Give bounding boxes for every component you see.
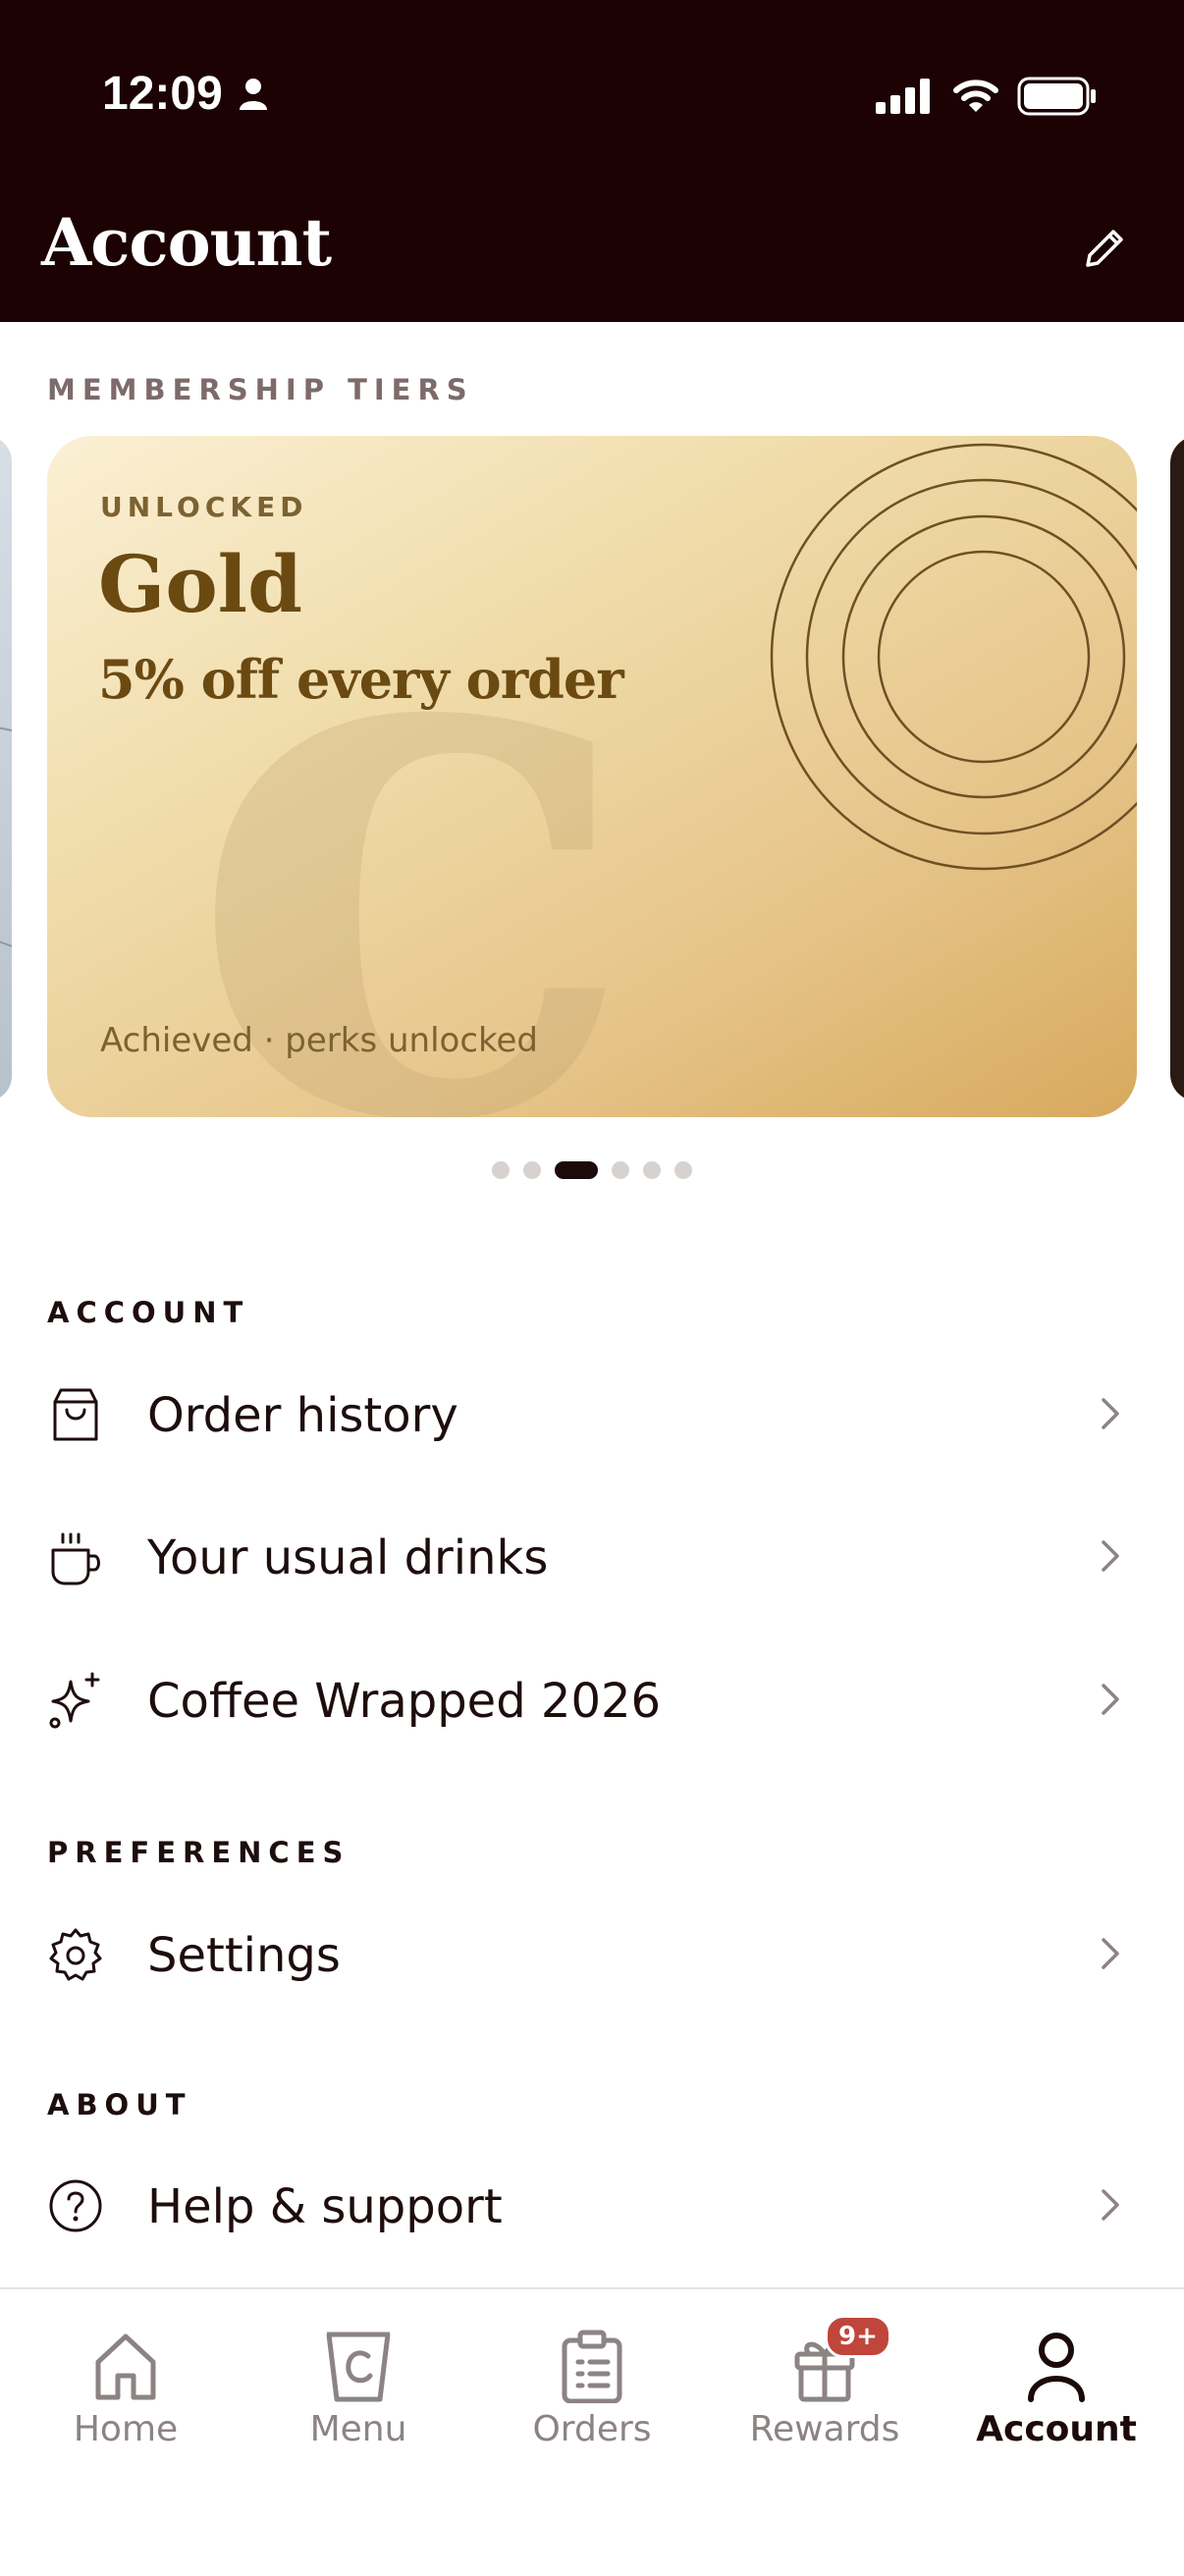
membership-tiers-label: MEMBERSHIP TIERS <box>47 373 474 406</box>
chevron-right-icon <box>1102 1540 1119 1572</box>
about-section-label: ABOUT <box>47 2088 192 2121</box>
tab-orders[interactable]: Orders <box>474 2289 710 2486</box>
sparkle-icon <box>49 1672 100 1729</box>
pager-dot[interactable] <box>612 1161 629 1179</box>
settings-row[interactable]: Settings <box>0 1905 1184 2003</box>
coffee-wrapped-label: Coffee Wrapped 2026 <box>147 1674 662 1729</box>
preferences-section-label: PREFERENCES <box>47 1836 350 1869</box>
pager-dot[interactable] <box>643 1161 661 1179</box>
help-circle-icon <box>49 2179 102 2232</box>
rewards-badge: 9+ <box>825 2315 891 2358</box>
usual-drinks-label: Your usual drinks <box>147 1530 549 1585</box>
concentric-rings-decoration <box>770 443 1137 871</box>
settings-label: Settings <box>147 1928 341 1983</box>
tier-footer: Achieved · perks unlocked <box>100 1021 539 1060</box>
tab-rewards-label: Rewards <box>749 2409 900 2449</box>
tier-status: UNLOCKED <box>100 491 308 523</box>
order-history-label: Order history <box>147 1388 458 1443</box>
shopping-bag-icon <box>53 1388 98 1441</box>
next-tier-card[interactable] <box>1170 436 1184 1101</box>
status-time: 12:09 <box>102 68 223 120</box>
tab-menu-label: Menu <box>309 2409 407 2449</box>
gear-icon <box>49 1928 102 1981</box>
clipboard-icon <box>562 2330 622 2403</box>
coffee-wrapped-row[interactable]: Coffee Wrapped 2026 <box>0 1650 1184 1748</box>
chevron-right-icon <box>1102 1938 1119 1969</box>
home-icon <box>95 2334 156 2400</box>
carousel-pager[interactable] <box>0 1158 1184 1182</box>
chevron-right-icon <box>1102 2189 1119 2221</box>
pager-dot[interactable] <box>523 1161 541 1179</box>
gold-tier-card[interactable]: c UNLOCKED Gold 5% off every order Achie… <box>47 436 1137 1117</box>
person-status-icon <box>240 79 267 110</box>
tier-name: Gold <box>98 538 303 630</box>
pager-dot[interactable] <box>674 1161 692 1179</box>
help-support-label: Help & support <box>147 2179 503 2234</box>
coffee-cup-icon <box>51 1532 100 1585</box>
page-title: Account <box>41 204 332 281</box>
usual-drinks-row[interactable]: Your usual drinks <box>0 1507 1184 1605</box>
wifi-icon <box>953 80 998 112</box>
account-section-label: ACCOUNT <box>47 1296 250 1329</box>
tab-account[interactable]: Account <box>939 2289 1174 2486</box>
tab-menu[interactable]: Menu <box>241 2289 476 2486</box>
order-history-row[interactable]: Order history <box>0 1365 1184 1463</box>
tab-rewards[interactable]: 9+ Rewards <box>707 2289 942 2486</box>
tab-orders-label: Orders <box>532 2409 652 2449</box>
battery-icon <box>1017 77 1096 116</box>
tab-home[interactable]: Home <box>8 2289 243 2486</box>
person-icon <box>1028 2333 1085 2402</box>
pager-dot[interactable] <box>492 1161 510 1179</box>
tab-account-label: Account <box>976 2409 1137 2449</box>
bottom-tab-bar: Home Menu Orders 9+ Rewards Account <box>0 2287 1184 2576</box>
edit-pencil-icon[interactable] <box>1078 222 1131 275</box>
chevron-right-icon <box>1102 1398 1119 1429</box>
tab-home-label: Home <box>73 2409 179 2449</box>
previous-tier-card[interactable] <box>0 436 12 1101</box>
cellular-signal-icon <box>876 79 930 114</box>
pager-dot-active[interactable] <box>555 1161 598 1179</box>
cup-icon <box>326 2332 391 2402</box>
chevron-right-icon <box>1102 1684 1119 1715</box>
tier-perk: 5% off every order <box>98 648 624 711</box>
help-support-row[interactable]: Help & support <box>0 2156 1184 2254</box>
